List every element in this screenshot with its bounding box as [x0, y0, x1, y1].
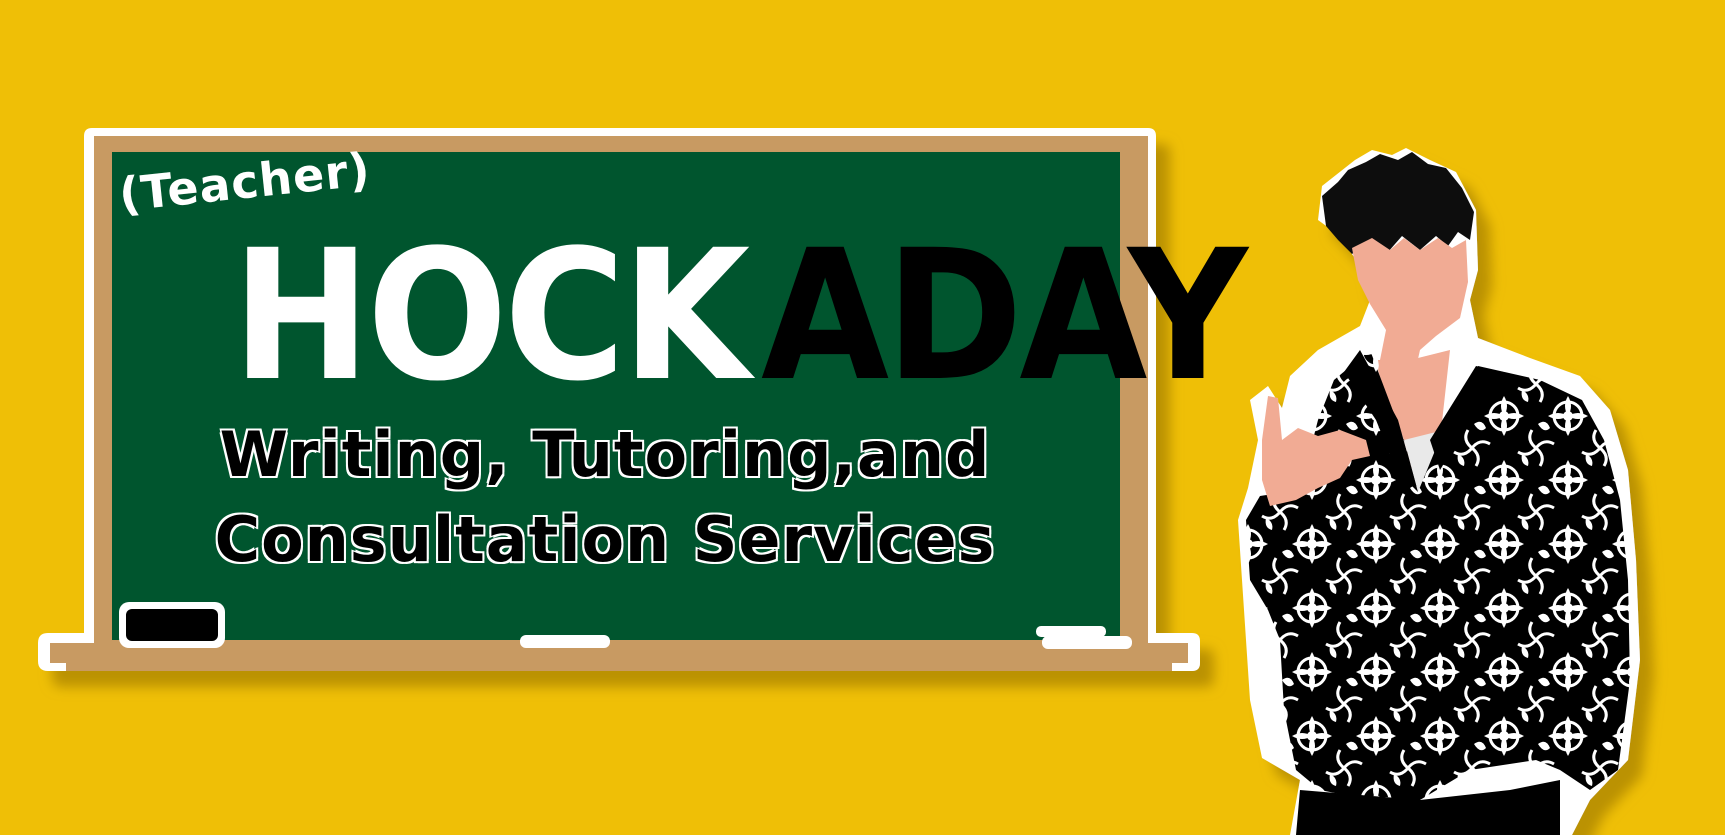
- teacher-label: (Teacher): [116, 141, 374, 222]
- tagline-line-1: Writing, Tutoring,and: [219, 417, 991, 492]
- headline-dark-part: ADAY: [761, 212, 1248, 421]
- headline-name: HOCK ADAY: [232, 212, 1286, 421]
- headline-light-part: HOCK: [232, 212, 750, 421]
- tagline-line-2: Consultation Services: [214, 502, 996, 577]
- chalkboard-text: (Teacher) HOCK ADAY Writing, Tutoring,an…: [0, 0, 1725, 835]
